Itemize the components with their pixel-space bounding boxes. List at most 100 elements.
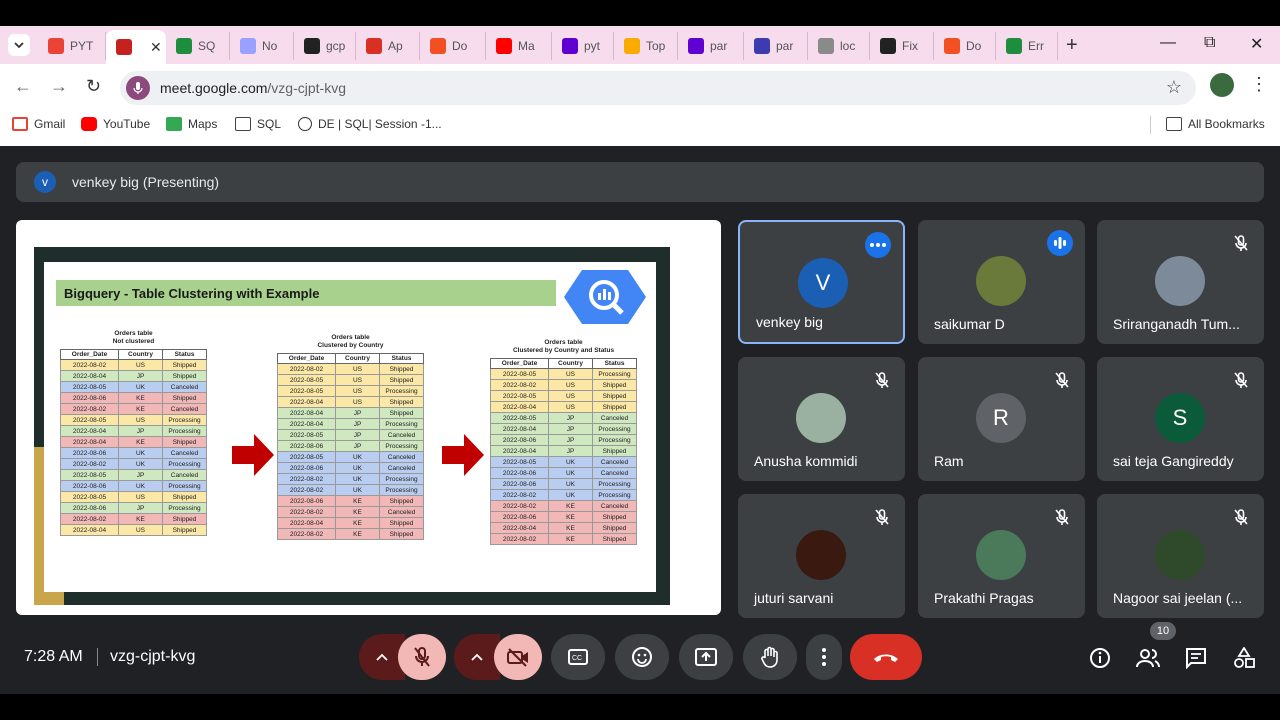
folder-icon [1166,117,1182,131]
bookmark-star-icon[interactable]: ☆ [1166,77,1182,98]
participant-tile[interactable]: juturi sarvani [738,494,905,618]
address-bar[interactable]: meet.google.com/vzg-cjpt-kvg ☆ [120,71,1196,105]
table-cell: JP [548,434,593,446]
present-button[interactable] [679,634,733,680]
tab-15[interactable]: Err [996,32,1058,60]
tab-3[interactable]: No [230,32,294,60]
minimize-button[interactable]: — [1160,34,1176,52]
participant-tile[interactable]: Nagoor sai jeelan (... [1097,494,1264,618]
table-cell: KE [118,392,163,404]
mic-off-icon [1055,509,1069,525]
table-caption-line: Clustered by Country [317,342,384,349]
table-cell: Shipped [592,390,637,402]
presentation-stage[interactable]: Bigquery - Table Clustering with Example… [16,220,721,615]
camera-toggle-button[interactable] [494,634,542,680]
mic-off-icon [1234,372,1248,388]
table-row: 2022-08-05 JP Canceled [60,469,207,481]
bookmark-maps[interactable]: Maps [166,117,217,131]
participant-name: saikumar D [934,316,1005,332]
gmail-icon [48,38,64,54]
table-row: 2022-08-04 JP Shipped [490,445,637,457]
table-cell: 2022-08-04 [490,401,549,413]
mic-toggle-button[interactable] [398,634,446,680]
slide: Bigquery - Table Clustering with Example… [34,247,670,605]
table-cell: 2022-08-04 [277,418,336,430]
bookmark-sql[interactable]: SQL [235,117,281,131]
more-options-icon[interactable] [865,232,891,258]
all-bookmarks[interactable]: All Bookmarks [1166,117,1265,131]
participant-name: Ram [934,453,964,469]
table-cell: Processing [162,502,207,514]
tab-1[interactable]: ✕ [106,30,166,64]
bookmark-session[interactable]: DE | SQL| Session -1... [298,117,442,131]
meeting-details-button[interactable] [1088,646,1112,670]
tab-11[interactable]: par [744,32,808,60]
more-options-button[interactable] [806,634,842,680]
table-row: 2022-08-05 US Shipped [490,390,637,402]
close-tab-icon[interactable]: ✕ [150,39,162,56]
tab-9[interactable]: Top [614,32,678,60]
captions-button[interactable]: CC [551,634,605,680]
tab-0[interactable]: PYT [38,32,106,60]
tab-13[interactable]: Fix [870,32,934,60]
table-cell: Shipped [592,445,637,457]
table-cell: Canceled [162,469,207,481]
reactions-button[interactable] [615,634,669,680]
back-button[interactable]: ← [14,76,32,97]
table-row: 2022-08-05 UK Canceled [60,381,207,393]
participant-tile[interactable]: Sriranganadh Tum... [1097,220,1264,344]
profile-avatar[interactable] [1210,73,1234,97]
tab-label: No [262,39,278,53]
tab-8[interactable]: pyt [552,32,614,60]
tab-4[interactable]: gcp [294,32,356,60]
mic-off-icon [1234,509,1248,525]
bookmark-gmail[interactable]: Gmail [12,117,65,131]
reload-button[interactable]: ↻ [86,76,101,97]
tab-5[interactable]: Ap [356,32,420,60]
table-cell: Processing [162,480,207,492]
tab-10[interactable]: par [678,32,744,60]
new-tab-button[interactable]: + [1066,34,1078,57]
tab-2[interactable]: SQ [166,32,230,60]
activities-button[interactable] [1232,646,1256,670]
mic-in-use-icon[interactable] [126,76,150,100]
participant-tile[interactable]: Prakathi Pragas [918,494,1085,618]
table-cell: 2022-08-06 [490,511,549,523]
table-cell: Processing [592,434,637,446]
participant-tile[interactable]: Anusha kommidi [738,357,905,481]
forward-button[interactable]: → [50,76,68,97]
participant-tile[interactable]: R Ram [918,357,1085,481]
tab-label: par [776,39,794,53]
presenter-bar[interactable]: v venkey big (Presenting) [16,162,1264,202]
raise-hand-button[interactable] [743,634,797,680]
table-row: 2022-08-04 JP Shipped [277,407,424,419]
participant-tile[interactable]: Vvenkey big [738,220,905,344]
leave-call-button[interactable] [850,634,922,680]
browser-menu-icon[interactable]: ⋮ [1250,74,1268,95]
participant-tile[interactable]: saikumar D [918,220,1085,344]
table-row: 2022-08-02 KE Shipped [277,528,424,540]
participant-tile[interactable]: Ssai teja Gangireddy [1097,357,1264,481]
captions-icon: CC [568,649,588,665]
tab-12[interactable]: loc [808,32,870,60]
table-row: 2022-08-04 KE Shipped [60,436,207,448]
yahoo-icon [562,38,578,54]
tab-search-button[interactable] [8,34,30,56]
tab-14[interactable]: Do [934,32,996,60]
svg-text:CC: CC [572,655,582,662]
people-button[interactable] [1136,646,1160,670]
participant-name: juturi sarvani [754,590,834,606]
tab-6[interactable]: Do [420,32,486,60]
table-cell: Processing [379,418,424,430]
chat-button[interactable] [1184,646,1208,670]
tab-label: gcp [326,39,346,53]
table-cell: Shipped [379,407,424,419]
restore-button[interactable]: ⧉ [1204,34,1215,52]
table-caption: Orders table Clustered by Country [277,334,424,350]
meeting-code: vzg-cjpt-kvg [110,648,196,665]
notion-icon [240,38,256,54]
bookmark-youtube[interactable]: YouTube [81,117,150,131]
table-row: 2022-08-02 US Shipped [490,379,637,391]
tab-7[interactable]: Ma [486,32,552,60]
close-window-button[interactable]: ✕ [1250,34,1263,54]
